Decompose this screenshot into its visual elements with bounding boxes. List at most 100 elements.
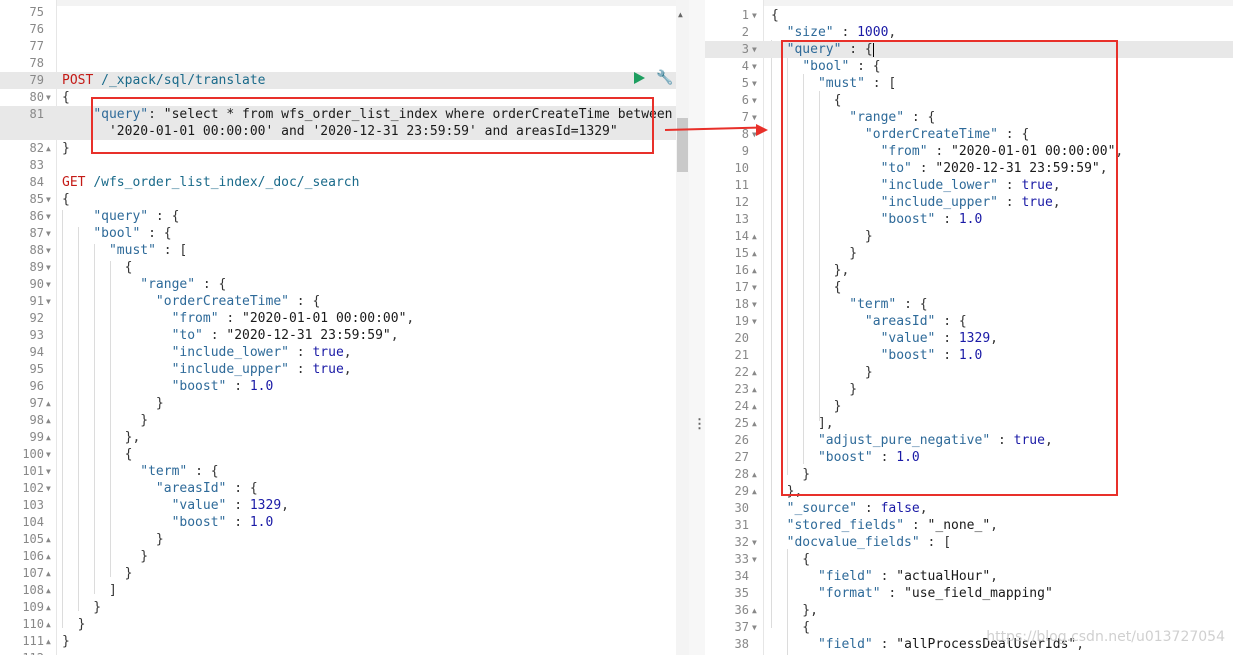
fold-toggle-icon[interactable]: ▼ xyxy=(752,534,757,551)
fold-toggle-icon[interactable]: ▲ xyxy=(752,262,757,279)
fold-toggle-icon[interactable]: ▲ xyxy=(46,140,51,157)
fold-toggle-icon[interactable]: ▼ xyxy=(46,463,51,480)
code-line: 77 xyxy=(29,39,44,53)
code-line: 18 ▼ "term" : { xyxy=(734,296,928,313)
fold-toggle-icon[interactable]: ▼ xyxy=(752,58,757,75)
code-line: 88 ▼ "must" : [ xyxy=(29,242,188,259)
code-line: 87 ▼ "bool" : { xyxy=(29,225,172,242)
code-line: 75 xyxy=(29,5,44,19)
code-line: 35 "format" : "use_field_mapping" xyxy=(734,586,1053,601)
code-line: 80 ▼{ xyxy=(29,89,70,106)
watermark: https://blog.csdn.net/u013727054 xyxy=(986,629,1225,645)
fold-toggle-icon[interactable]: ▲ xyxy=(752,364,757,381)
pane-resize-handle[interactable] xyxy=(689,0,705,655)
code-line: 33 ▼ { xyxy=(734,551,811,568)
fold-toggle-icon[interactable]: ▲ xyxy=(752,483,757,500)
fold-toggle-icon[interactable]: ▲ xyxy=(46,599,51,616)
fold-toggle-icon[interactable]: ▲ xyxy=(752,415,757,432)
fold-toggle-icon[interactable]: ▲ xyxy=(752,228,757,245)
fold-toggle-icon[interactable]: ▲ xyxy=(46,633,51,650)
code-line: 92 "from" : "2020-01-01 00:00:00", xyxy=(29,311,415,326)
code-line: 12 "include_upper" : true, xyxy=(734,195,1061,210)
fold-toggle-icon[interactable]: ▼ xyxy=(752,313,757,330)
response-code: 1 ▼{ 2 "size" : 1000, 3 ▼ "query" : { 4 ▼ "… xyxy=(705,7,1233,653)
code-line: 26 "adjust_pure_negative" : true, xyxy=(734,433,1053,448)
fold-toggle-icon[interactable]: ▼ xyxy=(752,7,757,24)
fold-toggle-icon[interactable]: ▼ xyxy=(46,191,51,208)
run-request-icon[interactable] xyxy=(634,72,645,84)
code-line: 111 ▲} xyxy=(22,633,70,650)
code-line: 19 ▼ "areasId" : { xyxy=(734,313,967,330)
fold-toggle-icon[interactable]: ▲ xyxy=(752,466,757,483)
fold-toggle-icon[interactable]: ▲ xyxy=(46,429,51,446)
fold-toggle-icon[interactable]: ▲ xyxy=(46,548,51,565)
code-line: 104 "boost" : 1.0 xyxy=(22,515,274,530)
code-line: 25 ▲ ], xyxy=(734,415,834,432)
code-line: 27 "boost" : 1.0 xyxy=(734,450,920,465)
fold-toggle-icon[interactable]: ▼ xyxy=(46,242,51,259)
fold-toggle-icon[interactable]: ▼ xyxy=(46,276,51,293)
request-path: /wfs_order_list_index/_doc/_search xyxy=(93,175,360,190)
code-line: 94 "include_lower" : true, xyxy=(29,345,352,360)
fold-toggle-icon[interactable]: ▼ xyxy=(752,279,757,296)
code-line: 83 xyxy=(29,158,44,172)
fold-toggle-icon[interactable]: ▲ xyxy=(46,616,51,633)
request-editor[interactable]: 75 76 77 78 79 POST /_xpack/sql/translate… xyxy=(0,0,676,655)
fold-toggle-icon[interactable]: ▼ xyxy=(752,92,757,109)
code-line: 10 "to" : "2020-12-31 23:59:59", xyxy=(734,161,1108,176)
code-line: 86 ▼ "query" : { xyxy=(29,208,180,225)
fold-toggle-icon[interactable]: ▼ xyxy=(46,480,51,497)
code-line: 108 ▲ ] xyxy=(22,582,117,599)
code-line: 76 xyxy=(29,22,44,36)
code-line: 112 xyxy=(0,650,676,655)
code-line: 7 ▼ "range" : { xyxy=(741,110,936,125)
code-line: 89 ▼ { xyxy=(29,259,133,276)
fold-toggle-icon[interactable]: ▲ xyxy=(752,381,757,398)
fold-toggle-icon[interactable]: ▼ xyxy=(752,551,757,568)
code-line: 105 ▲ } xyxy=(22,531,164,548)
fold-toggle-icon[interactable]: ▲ xyxy=(752,398,757,415)
fold-toggle-icon[interactable]: ▼ xyxy=(46,89,51,106)
fold-toggle-icon[interactable]: ▲ xyxy=(46,582,51,599)
code-line: 11 "include_lower" : true, xyxy=(734,178,1061,193)
fold-toggle-icon[interactable]: ▼ xyxy=(752,41,757,58)
fold-toggle-icon[interactable]: ▲ xyxy=(46,565,51,582)
code-line: 13 "boost" : 1.0 xyxy=(734,212,983,227)
request-code[interactable]: 75 76 77 78 79 POST /_xpack/sql/translate… xyxy=(0,4,676,655)
fold-toggle-icon[interactable]: ▼ xyxy=(46,225,51,242)
request-scrollbar[interactable] xyxy=(676,0,689,655)
code-line: 99 ▲ }, xyxy=(29,429,141,446)
code-line: 81 "query": "select * from wfs_order_lis… xyxy=(0,106,676,123)
fold-toggle-icon[interactable]: ▲ xyxy=(752,245,757,262)
fold-toggle-icon[interactable]: ▼ xyxy=(752,75,757,92)
scroll-up-icon[interactable]: ▲ xyxy=(678,10,683,19)
http-method: GET xyxy=(62,175,86,190)
fold-toggle-icon[interactable]: ▼ xyxy=(46,208,51,225)
viewer-top-strip xyxy=(705,0,1233,6)
request-line-translate[interactable]: 79 POST /_xpack/sql/translate xyxy=(0,72,676,89)
fold-toggle-icon[interactable]: ▲ xyxy=(46,395,51,412)
code-line: 2 "size" : 1000, xyxy=(741,25,897,40)
code-line: 5 ▼ "must" : [ xyxy=(741,75,897,92)
fold-toggle-icon[interactable]: ▲ xyxy=(46,531,51,548)
code-line: 15 ▲ } xyxy=(734,245,858,262)
code-line: 17 ▼ { xyxy=(734,279,842,296)
fold-toggle-icon[interactable]: ▼ xyxy=(752,619,757,636)
code-line: 103 "value" : 1329, xyxy=(22,498,289,513)
code-line: 93 "to" : "2020-12-31 23:59:59", xyxy=(29,328,399,343)
request-line-search[interactable]: 84 GET /wfs_order_list_index/_doc/_search xyxy=(0,174,676,191)
wrench-icon[interactable]: 🔧 xyxy=(656,70,673,86)
fold-toggle-icon[interactable]: ▼ xyxy=(752,296,757,313)
fold-toggle-icon[interactable]: ▲ xyxy=(752,602,757,619)
fold-toggle-icon[interactable]: ▼ xyxy=(46,259,51,276)
code-line: 3 ▼ "query" : { xyxy=(705,41,1233,58)
response-viewer[interactable]: 1 ▼{ 2 "size" : 1000, 3 ▼ "query" : { 4 ▼ "… xyxy=(705,0,1233,655)
fold-toggle-icon[interactable]: ▲ xyxy=(46,412,51,429)
fold-toggle-icon[interactable]: ▼ xyxy=(46,446,51,463)
scrollbar-thumb[interactable] xyxy=(677,118,688,172)
code-line: 32 ▼ "docvalue_fields" : [ xyxy=(734,534,952,551)
fold-toggle-icon[interactable]: ▼ xyxy=(46,293,51,310)
code-line: 101 ▼ "term" : { xyxy=(22,463,219,480)
code-line: 82 ▲} xyxy=(29,140,70,157)
code-line: 6 ▼ { xyxy=(741,92,842,109)
